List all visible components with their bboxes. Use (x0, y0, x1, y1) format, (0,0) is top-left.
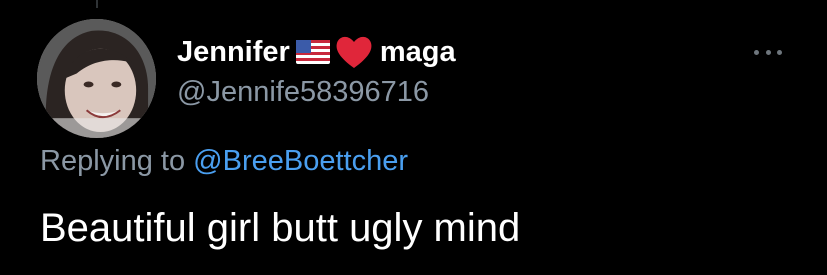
replying-to-mention-link[interactable]: @BreeBoettcher (193, 145, 408, 177)
replying-to-line: Replying to @BreeBoettcher (40, 145, 408, 178)
author-handle[interactable]: @Jennife58396716 (177, 76, 429, 109)
us-flag-icon (295, 40, 330, 64)
more-dot (765, 49, 771, 55)
author-name-suffix[interactable]: maga (380, 36, 456, 69)
avatar[interactable] (37, 19, 156, 138)
more-dot (754, 49, 759, 55)
avatar-image (37, 19, 156, 138)
red-heart-icon (334, 34, 374, 70)
author-display-name[interactable]: Jennifer (177, 36, 290, 69)
more-dots-icon[interactable] (754, 48, 782, 56)
more-dot (777, 49, 782, 55)
replying-to-label: Replying to (40, 145, 186, 177)
thread-connector-line (96, 0, 98, 8)
author-name-row[interactable]: Jennifer maga (177, 33, 456, 71)
tweet-text: Beautiful girl butt ugly mind (40, 206, 521, 250)
